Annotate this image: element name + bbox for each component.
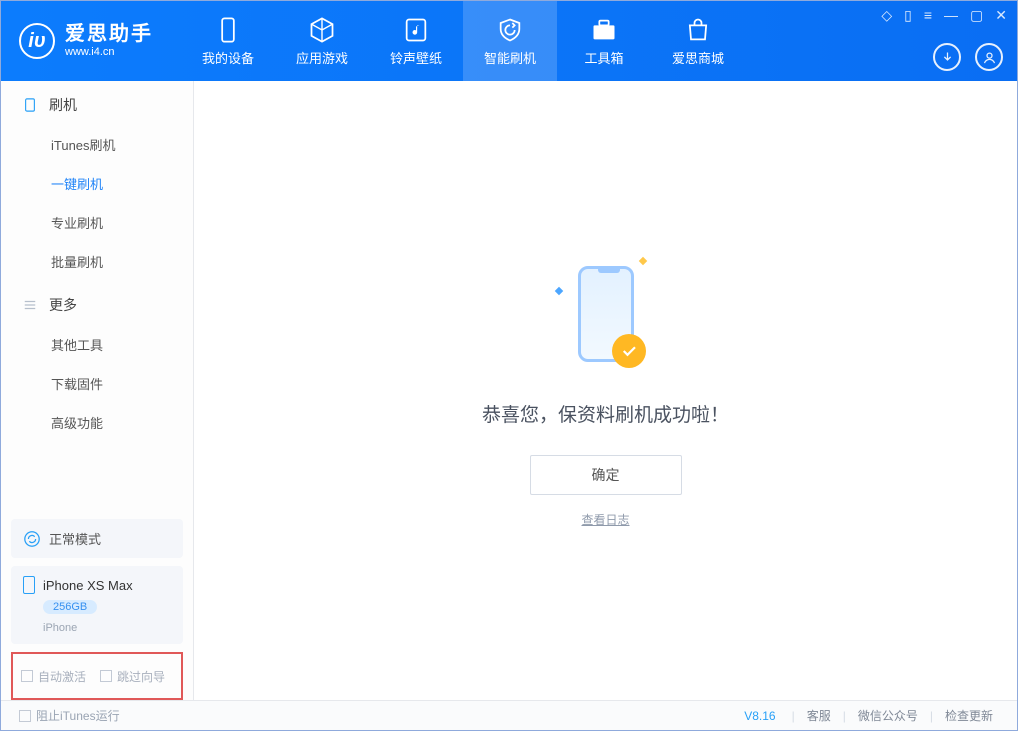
normal-mode-panel[interactable]: 正常模式 <box>11 519 183 558</box>
version-label: V8.16 <box>744 709 775 723</box>
sidebar: 刷机 iTunes刷机 一键刷机 专业刷机 批量刷机 更多 其他工具 下载固件 … <box>1 81 194 700</box>
tab-toolbox[interactable]: 工具箱 <box>557 1 651 81</box>
sidebar-item-one-click-flash[interactable]: 一键刷机 <box>1 164 193 203</box>
tab-apps-games[interactable]: 应用游戏 <box>275 1 369 81</box>
sidebar-item-pro-flash[interactable]: 专业刷机 <box>1 203 193 242</box>
sparkle-icon <box>554 286 562 294</box>
checkmark-badge-icon <box>612 334 646 368</box>
shirt-icon[interactable]: ◇ <box>881 7 892 24</box>
cube-icon <box>308 16 336 44</box>
customer-service-link[interactable]: 客服 <box>801 707 837 724</box>
sidebar-item-other-tools[interactable]: 其他工具 <box>1 325 193 364</box>
music-note-icon <box>402 16 430 44</box>
highlighted-options-box: 自动激活 跳过向导 <box>11 652 183 700</box>
toolbox-icon <box>590 16 618 44</box>
sidebar-item-itunes-flash[interactable]: iTunes刷机 <box>1 125 193 164</box>
minimize-button[interactable]: — <box>944 7 958 24</box>
view-log-link[interactable]: 查看日志 <box>581 511 629 528</box>
skip-guide-checkbox[interactable]: 跳过向导 <box>100 668 165 685</box>
block-itunes-checkbox[interactable]: 阻止iTunes运行 <box>19 707 120 724</box>
footer: 阻止iTunes运行 V8.16 | 客服 | 微信公众号 | 检查更新 <box>1 700 1017 730</box>
check-update-link[interactable]: 检查更新 <box>939 707 999 724</box>
tab-smart-flash[interactable]: 智能刷机 <box>463 1 557 81</box>
close-button[interactable]: ✕ <box>995 7 1007 24</box>
titlebar: iυ 爱思助手 www.i4.cn 我的设备 应用游戏 铃声壁纸 智能刷机 工具… <box>1 1 1017 81</box>
success-illustration <box>546 254 666 374</box>
tab-store[interactable]: 爱思商城 <box>651 1 745 81</box>
window-controls: ◇ ▯ ≡ — ▢ ✕ <box>881 7 1007 24</box>
ok-button[interactable]: 确定 <box>530 455 682 495</box>
app-logo-icon: iυ <box>19 23 55 59</box>
sidebar-section-flash: 刷机 <box>1 81 193 125</box>
content-area: 恭喜您，保资料刷机成功啦！ 确定 查看日志 <box>194 81 1017 700</box>
phone-small-icon <box>23 576 35 594</box>
menu-icon[interactable]: ≡ <box>924 7 932 24</box>
app-subtitle: www.i4.cn <box>65 46 153 59</box>
bag-icon <box>684 16 712 44</box>
device-panel[interactable]: iPhone XS Max 256GB iPhone <box>11 566 183 644</box>
sparkle-icon <box>638 256 646 264</box>
refresh-shield-icon <box>496 16 524 44</box>
logo-area: iυ 爱思助手 www.i4.cn <box>1 1 171 81</box>
tab-ringtones-wallpapers[interactable]: 铃声壁纸 <box>369 1 463 81</box>
sidebar-item-advanced[interactable]: 高级功能 <box>1 403 193 442</box>
download-icon[interactable] <box>933 43 961 71</box>
device-capacity: 256GB <box>43 600 97 614</box>
sidebar-item-batch-flash[interactable]: 批量刷机 <box>1 242 193 281</box>
user-icon[interactable] <box>975 43 1003 71</box>
wechat-link[interactable]: 微信公众号 <box>852 707 924 724</box>
phone-icon <box>214 16 242 44</box>
auto-activate-checkbox[interactable]: 自动激活 <box>21 668 86 685</box>
sidebar-section-more: 更多 <box>1 281 193 325</box>
page-icon[interactable]: ▯ <box>904 7 912 24</box>
device-icon <box>23 97 39 113</box>
maximize-button[interactable]: ▢ <box>970 7 983 24</box>
sync-icon <box>23 530 41 548</box>
sidebar-item-download-firmware[interactable]: 下载固件 <box>1 364 193 403</box>
list-icon <box>23 297 39 313</box>
success-message: 恭喜您，保资料刷机成功啦！ <box>482 400 729 427</box>
app-title: 爱思助手 <box>65 22 153 46</box>
checkbox-icon <box>100 670 112 682</box>
main-tabs: 我的设备 应用游戏 铃声壁纸 智能刷机 工具箱 爱思商城 <box>181 1 745 81</box>
checkbox-icon <box>19 710 31 722</box>
device-name: iPhone XS Max <box>43 578 133 593</box>
checkbox-icon <box>21 670 33 682</box>
normal-mode-label: 正常模式 <box>49 529 101 548</box>
tab-my-device[interactable]: 我的设备 <box>181 1 275 81</box>
device-type: iPhone <box>43 622 77 634</box>
